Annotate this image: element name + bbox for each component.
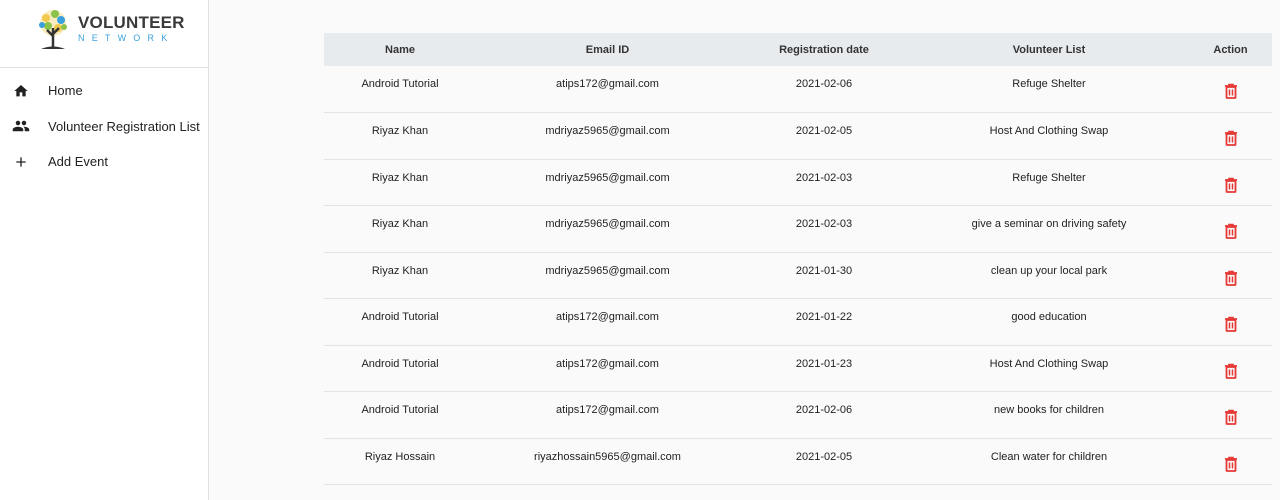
volunteer-table-container: Name Email ID Registration date Voluntee… [324, 33, 1272, 485]
cell-registration-date: 2021-01-22 [795, 311, 853, 323]
cell-volunteer-event: Host And Clothing Swap [989, 357, 1109, 370]
nav-label-volunteer-registration-list: Volunteer Registration List [48, 118, 200, 134]
cell-name: Android Tutorial [361, 357, 439, 370]
cell-registration-date: 2021-01-30 [795, 264, 853, 277]
trash-icon[interactable] [1224, 363, 1238, 382]
cell-volunteer-event: Clean water for children [990, 450, 1108, 463]
cell-action [1189, 206, 1272, 253]
table-row: Android Tutorial atips172@gmail.com 2021-0… [324, 345, 1272, 392]
cell-name: Android Tutorial [361, 78, 439, 90]
table-header: Name Email ID Registration date Voluntee… [324, 33, 1272, 66]
cell-action [1189, 159, 1272, 206]
cell-action [1189, 438, 1272, 485]
table-row: Riyaz Khan mdriyaz5965@gmail.com 2021-02-0… [324, 113, 1272, 160]
table-row: Android Tutorial atips172@gmail.com 2021-0… [324, 392, 1272, 439]
table-row: Android Tutorial atips172@gmail.com 2021-0… [324, 299, 1272, 346]
cell-action [1189, 299, 1272, 346]
cell-registration-date: 2021-01-23 [795, 357, 853, 370]
home-icon [0, 83, 48, 99]
table-row: Riyaz Khan mdriyaz5965@gmail.com 2021-02-0… [324, 206, 1272, 253]
cell-action [1189, 113, 1272, 160]
nav-item-volunteer-registration-list[interactable]: Volunteer Registration List [0, 109, 208, 145]
table-header-row: Name Email ID Registration date Voluntee… [324, 33, 1272, 66]
trash-icon[interactable] [1224, 456, 1238, 475]
cell-name: Riyaz Khan [371, 125, 429, 137]
nav-label-home: Home [48, 83, 83, 99]
table-body: Android Tutorial atips172@gmail.com 2021-0… [324, 66, 1272, 485]
sidebar: VOLUNTEER NETWORK Home Volunteer Registr… [0, 0, 209, 500]
cell-email: riyazhossain5965@gmail.com [534, 450, 681, 463]
cell-action [1189, 66, 1272, 113]
cell-registration-date: 2021-02-06 [795, 78, 853, 90]
cell-name: Riyaz Khan [371, 264, 429, 277]
nav-item-home[interactable]: Home [0, 73, 208, 109]
cell-name: Android Tutorial [361, 404, 439, 416]
table-row: Riyaz Hossain riyazhossain5965@gmail.com 2… [324, 438, 1272, 485]
volunteer-registration-table: Name Email ID Registration date Voluntee… [324, 33, 1272, 485]
cell-email: mdriyaz5965@gmail.com [545, 125, 670, 137]
trash-icon[interactable] [1224, 409, 1238, 428]
trash-icon[interactable] [1224, 177, 1238, 196]
cell-volunteer-event: give a seminar on driving safety [971, 218, 1127, 230]
cell-name: Riyaz Khan [371, 218, 429, 230]
tree-logo-icon [39, 10, 67, 49]
cell-action [1189, 252, 1272, 299]
cell-volunteer-event: Refuge Shelter [1012, 78, 1086, 90]
cell-name: Riyaz Khan [371, 171, 429, 184]
brand-logo[interactable]: VOLUNTEER NETWORK [0, 0, 208, 68]
cell-registration-date: 2021-02-03 [795, 218, 853, 230]
table-row: Riyaz Khan mdriyaz5965@gmail.com 2021-01-3… [324, 252, 1272, 299]
cell-email: atips172@gmail.com [556, 357, 659, 370]
table-row: Riyaz Khan mdriyaz5965@gmail.com 2021-02-0… [324, 159, 1272, 206]
column-header-action: Action [1213, 43, 1248, 56]
column-header-registration-date[interactable]: Registration date [739, 33, 909, 66]
trash-icon[interactable] [1224, 270, 1238, 289]
cell-registration-date: 2021-02-05 [795, 125, 853, 137]
cell-name: Android Tutorial [361, 311, 439, 323]
trash-icon[interactable] [1224, 83, 1238, 102]
cell-email: atips172@gmail.com [556, 311, 659, 323]
trash-icon[interactable] [1224, 316, 1238, 335]
cell-email: mdriyaz5965@gmail.com [545, 218, 670, 230]
cell-name: Riyaz Hossain [364, 450, 436, 463]
brand-title: VOLUNTEER [78, 13, 185, 32]
trash-icon[interactable] [1224, 130, 1238, 149]
nav-item-add-event[interactable]: Add Event [0, 144, 208, 180]
table-row: Android Tutorial atips172@gmail.com 2021-0… [324, 66, 1272, 113]
cell-volunteer-event: Refuge Shelter [1012, 171, 1086, 184]
cell-action [1189, 392, 1272, 439]
cell-volunteer-event: Host And Clothing Swap [989, 125, 1109, 137]
brand-subtitle: NETWORK [78, 33, 175, 43]
cell-email: atips172@gmail.com [556, 78, 659, 90]
cell-email: mdriyaz5965@gmail.com [545, 264, 670, 277]
cell-volunteer-event: good education [1011, 311, 1087, 323]
sidebar-nav: Home Volunteer Registration List Add Eve… [0, 68, 208, 180]
column-header-email[interactable]: Email ID [476, 33, 739, 66]
nav-label-add-event: Add Event [48, 154, 108, 170]
plus-icon [0, 154, 48, 170]
column-header-name[interactable]: Name [324, 33, 476, 66]
trash-icon[interactable] [1224, 223, 1238, 242]
cell-email: atips172@gmail.com [556, 404, 659, 416]
cell-volunteer-event: clean up your local park [990, 264, 1108, 277]
cell-volunteer-event: new books for children [993, 404, 1105, 416]
column-header-volunteer-list[interactable]: Volunteer List [909, 33, 1189, 66]
cell-registration-date: 2021-02-03 [795, 171, 853, 184]
people-icon [0, 117, 48, 135]
cell-action [1189, 345, 1272, 392]
cell-email: mdriyaz5965@gmail.com [545, 171, 670, 184]
cell-registration-date: 2021-02-05 [795, 450, 853, 463]
cell-registration-date: 2021-02-06 [795, 404, 853, 416]
